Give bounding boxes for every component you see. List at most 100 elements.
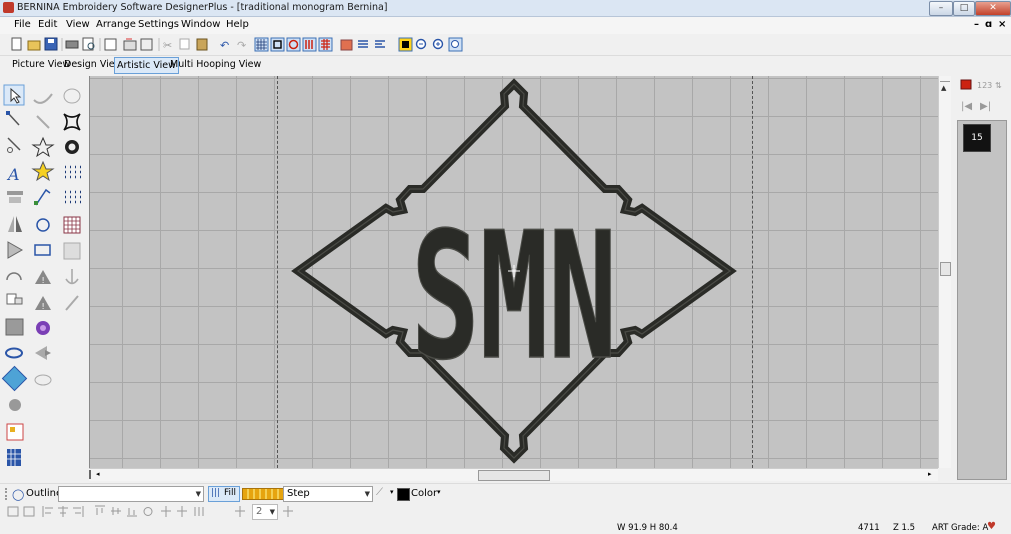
redo-icon[interactable]: ↷ <box>237 39 246 52</box>
cut-tool-icon[interactable] <box>7 137 21 153</box>
dot-grid-icon[interactable] <box>65 165 81 179</box>
mirror-icon[interactable] <box>8 216 22 232</box>
align-right-icon[interactable] <box>73 506 84 517</box>
shape-cross-icon[interactable] <box>63 113 81 131</box>
flower-motif-icon[interactable] <box>36 321 50 335</box>
scroll-right-arrow-icon[interactable]: ▸ <box>928 469 932 480</box>
show-objects-icon[interactable] <box>302 37 317 52</box>
align-icon[interactable] <box>375 40 385 48</box>
tab-multi-hooping-view[interactable]: Multi Hooping View <box>168 57 263 72</box>
menu-help[interactable]: Help <box>226 19 249 30</box>
node-edit-icon[interactable] <box>34 188 51 206</box>
outline-loop-icon[interactable] <box>5 347 23 359</box>
vertical-scroll-thumb[interactable] <box>940 262 951 276</box>
dot-matrix-icon[interactable] <box>65 190 81 204</box>
reshape-icon[interactable] <box>6 111 20 126</box>
spacing-select[interactable]: 2 ▼ <box>252 504 278 520</box>
appliqué-icon[interactable] <box>1 365 28 392</box>
knife-icon[interactable] <box>36 115 50 129</box>
rectangle-tool-icon[interactable] <box>34 244 51 256</box>
motif-pattern-icon[interactable] <box>65 140 79 154</box>
step-fill-swatch-icon[interactable] <box>242 488 285 500</box>
align-left-icon[interactable] <box>42 506 53 517</box>
lettering-icon[interactable]: A <box>6 165 20 184</box>
outline-label[interactable]: Outline <box>26 488 62 499</box>
group-icon[interactable] <box>7 506 19 517</box>
fill-type-select[interactable]: Step ▼ <box>283 486 373 502</box>
menu-file[interactable]: File <box>14 19 31 30</box>
fill-toggle[interactable]: ||| Fill <box>208 486 240 502</box>
center-icon[interactable] <box>143 507 153 516</box>
cloud-icon[interactable] <box>34 374 52 386</box>
export-icon[interactable] <box>104 38 117 51</box>
card-icon[interactable] <box>140 38 153 51</box>
grid-toggle-icon[interactable] <box>254 37 269 52</box>
zoom-in-icon[interactable] <box>432 38 444 50</box>
monogram-icon[interactable] <box>7 191 23 203</box>
color-chip[interactable]: 15 <box>963 124 991 152</box>
distribute-icon[interactable] <box>194 507 204 516</box>
child-close-button[interactable]: × <box>998 19 1006 30</box>
print-preview-icon[interactable] <box>82 37 95 51</box>
space-horizontal-icon[interactable] <box>161 506 171 517</box>
menu-settings[interactable]: Settings <box>138 19 179 30</box>
menu-edit[interactable]: Edit <box>38 19 57 30</box>
vertical-scrollbar[interactable]: ▲ <box>938 76 951 468</box>
horizontal-scroll-thumb[interactable] <box>478 470 550 481</box>
copy-icon[interactable] <box>179 38 190 50</box>
open-folder-icon[interactable] <box>27 40 41 51</box>
send-to-machine-icon[interactable] <box>123 38 137 51</box>
stitch-angle-icon[interactable]: ⟋ <box>376 487 383 498</box>
star-filled-icon[interactable] <box>31 160 55 182</box>
show-stitches-icon[interactable] <box>286 37 301 52</box>
print-icon[interactable] <box>65 40 79 49</box>
child-minimize-button[interactable]: – <box>974 19 979 30</box>
grid-fill-icon[interactable] <box>7 449 21 466</box>
flip-icon[interactable] <box>7 241 24 259</box>
rotate-icon[interactable] <box>6 272 22 281</box>
ungroup-icon[interactable] <box>23 506 35 517</box>
scroll-up-arrow-icon[interactable]: ▲ <box>941 84 946 92</box>
horizontal-scrollbar[interactable]: ◂ ▸ <box>89 468 938 481</box>
align-center-icon[interactable] <box>58 506 68 517</box>
color-film-icon[interactable] <box>960 79 972 90</box>
hoop-icon[interactable] <box>270 37 285 52</box>
menu-window[interactable]: Window <box>181 19 220 30</box>
menu-view[interactable]: View <box>66 19 90 30</box>
menu-arrange[interactable]: Arrange <box>96 19 136 30</box>
angle-dropdown-icon[interactable]: ▾ <box>390 488 394 496</box>
last-color-icon[interactable]: ▶| <box>980 101 991 112</box>
sequence-icon[interactable] <box>358 40 368 48</box>
design-canvas[interactable]: SMN <box>89 76 939 468</box>
outline-icon[interactable]: ◯ <box>12 488 24 501</box>
spacing-icon[interactable] <box>235 506 245 517</box>
star-outline-icon[interactable] <box>31 136 55 158</box>
first-color-icon[interactable]: |◀ <box>961 101 972 112</box>
show-fabric-icon[interactable] <box>318 37 333 52</box>
child-restore-button[interactable]: ɑ <box>985 19 992 30</box>
maximize-button[interactable]: □ <box>953 1 975 16</box>
warning-triangle-icon[interactable]: ! <box>35 270 51 285</box>
scroll-left-arrow-icon[interactable]: ◂ <box>96 469 100 480</box>
quilt-icon[interactable] <box>6 423 24 441</box>
color-swatch[interactable] <box>397 488 410 501</box>
zoom-out-icon[interactable] <box>415 38 427 50</box>
cut-icon[interactable]: ✂ <box>163 39 172 52</box>
color-label[interactable]: Color <box>411 488 437 499</box>
nudge-icon[interactable] <box>283 506 293 517</box>
puzzle-icon[interactable] <box>9 399 21 411</box>
color-dropdown-icon[interactable]: ▾ <box>437 488 441 496</box>
zoom-box-icon[interactable] <box>448 37 463 52</box>
minimize-button[interactable]: – <box>929 1 953 16</box>
sort-icon[interactable]: ⇅ <box>995 81 1002 90</box>
grid-pattern-icon[interactable] <box>63 216 81 234</box>
align-bottom-icon[interactable] <box>127 508 137 517</box>
scroll-top-handle[interactable] <box>940 76 950 82</box>
align-middle-icon[interactable] <box>111 507 121 515</box>
new-file-icon[interactable] <box>11 37 22 51</box>
slow-redraw-icon[interactable] <box>398 37 413 52</box>
align-top-icon[interactable] <box>95 505 105 515</box>
monogram-letters[interactable]: SMN <box>410 195 618 400</box>
paste-icon[interactable] <box>196 38 208 51</box>
break-apart-icon[interactable] <box>6 293 23 305</box>
